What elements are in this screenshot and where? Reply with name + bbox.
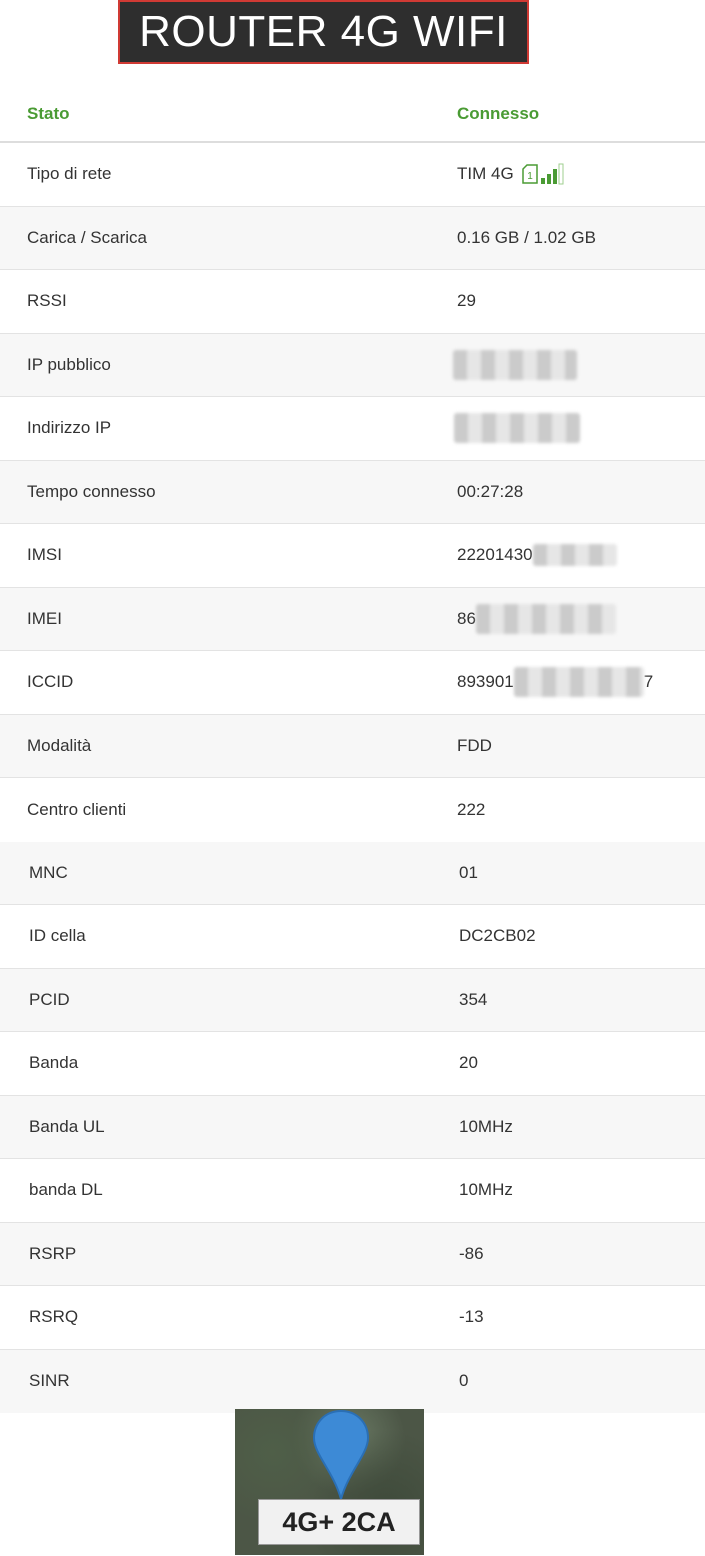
svg-text:1: 1 <box>527 171 533 182</box>
table-row-upload-download: Carica / Scarica 0.16 GB / 1.02 GB <box>0 206 705 270</box>
row-value: -86 <box>459 1243 484 1263</box>
title-banner: ROUTER 4G WIFI <box>118 0 529 64</box>
row-value: 00:27:28 <box>457 481 524 501</box>
row-label: Tipo di rete <box>27 164 112 184</box>
row-value: 01 <box>459 862 478 882</box>
header-status-label: Stato <box>27 104 70 123</box>
table-row-mnc: MNC 01 <box>0 841 705 905</box>
row-label: IP pubblico <box>27 354 111 374</box>
table-row-imei: IMEI 86 <box>0 587 705 651</box>
row-label: Banda UL <box>29 1116 105 1136</box>
row-value: 893901 7 <box>457 667 654 698</box>
row-value: 10MHz <box>459 1180 513 1200</box>
table-row-band: Banda 20 <box>0 1032 705 1096</box>
row-value: FDD <box>457 735 492 755</box>
row-value <box>453 349 577 380</box>
row-label: IMSI <box>27 545 62 565</box>
table-row-sinr: SINR 0 <box>0 1349 705 1413</box>
table-row-public-ip: IP pubblico <box>0 333 705 397</box>
table-row-rsrq: RSRQ -13 <box>0 1286 705 1350</box>
badge-label: 4G+ 2CA <box>258 1499 420 1545</box>
signal-bars-icon <box>540 163 564 185</box>
iccid-visible-suffix: 7 <box>643 672 654 692</box>
redacted-value <box>513 667 644 698</box>
table-row-pcid: PCID 354 <box>0 968 705 1032</box>
row-label: ICCID <box>27 672 74 692</box>
table-row-iccid: ICCID 893901 7 <box>0 651 705 715</box>
table-row-rssi: RSSI 29 <box>0 270 705 334</box>
table-row-band-ul: Banda UL 10MHz <box>0 1095 705 1159</box>
imsi-visible-part: 22201430 <box>457 545 533 565</box>
row-label: RSSI <box>27 291 67 311</box>
table-row-uptime: Tempo connesso 00:27:28 <box>0 460 705 524</box>
table-row-customer-center: Centro clienti 222 <box>0 778 705 842</box>
row-value: 0 <box>459 1371 469 1391</box>
row-label: MNC <box>29 862 68 882</box>
row-label: banda DL <box>29 1180 103 1200</box>
redacted-value <box>453 349 577 380</box>
row-label: Tempo connesso <box>27 481 156 501</box>
banner-title: ROUTER 4G WIFI <box>139 7 508 56</box>
redacted-value <box>532 544 617 567</box>
map-pin-icon <box>312 1409 370 1501</box>
table-row-network-type: Tipo di rete TIM 4G 1 <box>0 143 705 207</box>
redacted-value <box>475 603 616 634</box>
table-row-imsi: IMSI 22201430 <box>0 524 705 588</box>
row-label: Indirizzo IP <box>27 418 112 438</box>
table-row-cell-id: ID cella DC2CB02 <box>0 905 705 969</box>
row-value: -13 <box>459 1307 484 1327</box>
row-label: Centro clienti <box>27 799 127 819</box>
header-connection-state: Connesso <box>457 104 540 123</box>
row-label: Banda <box>29 1053 79 1073</box>
row-label: ID cella <box>29 926 86 946</box>
row-value: 0.16 GB / 1.02 GB <box>457 227 596 247</box>
iccid-visible-part: 893901 <box>457 672 514 692</box>
row-value: 29 <box>457 291 476 311</box>
redacted-value <box>454 413 580 444</box>
row-label: RSRQ <box>29 1307 79 1327</box>
network-type-value: TIM 4G <box>457 164 514 184</box>
row-label: Modalità <box>27 735 92 755</box>
row-value: 10MHz <box>459 1116 513 1136</box>
row-label: RSRP <box>29 1243 77 1263</box>
table-row-band-dl: banda DL 10MHz <box>0 1159 705 1223</box>
table-row-ip-address: Indirizzo IP <box>0 397 705 461</box>
row-label: Carica / Scarica <box>27 227 147 247</box>
imei-visible-part: 86 <box>457 608 476 628</box>
table-header: Stato Connesso <box>0 87 705 143</box>
4g-badge-image: 4G+ 2CA <box>235 1409 424 1555</box>
row-label: IMEI <box>27 608 62 628</box>
row-value: 22201430 <box>457 544 617 567</box>
row-value: 354 <box>459 989 488 1009</box>
row-value: DC2CB02 <box>459 926 536 946</box>
row-label: PCID <box>29 989 70 1009</box>
status-table: Stato Connesso Tipo di rete TIM 4G 1 Car… <box>0 87 705 1413</box>
table-row-rsrp: RSRP -86 <box>0 1222 705 1286</box>
row-value: TIM 4G 1 <box>457 163 564 185</box>
sim-card-icon: 1 <box>521 164 538 184</box>
row-label: SINR <box>29 1371 70 1391</box>
row-value: 20 <box>459 1053 478 1073</box>
table-row-mode: Modalità FDD <box>0 714 705 778</box>
row-value: 86 <box>457 603 616 634</box>
row-value <box>454 413 580 444</box>
row-value: 222 <box>457 799 486 819</box>
